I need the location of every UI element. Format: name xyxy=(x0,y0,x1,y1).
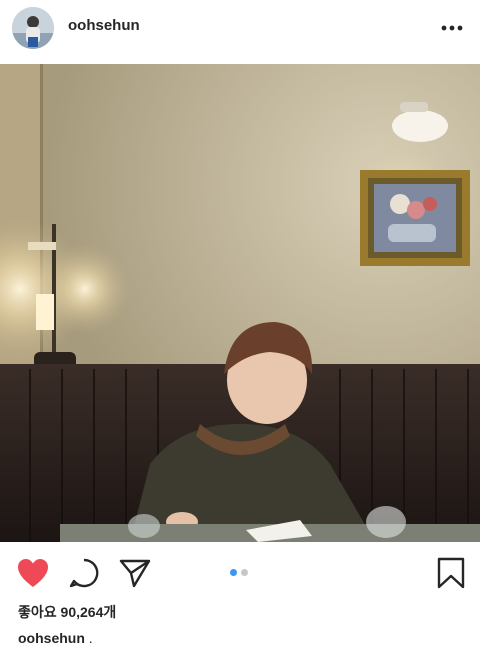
post-header: oohsehun xyxy=(0,0,480,58)
post-photo[interactable] xyxy=(0,64,480,542)
paper-plane-icon[interactable] xyxy=(118,557,152,589)
likes-count[interactable]: 좋아요 90,264개 xyxy=(18,602,116,622)
bookmark-icon[interactable] xyxy=(436,556,466,590)
caption-text: . xyxy=(88,630,93,646)
more-horizontal-icon[interactable] xyxy=(440,16,464,40)
post-caption: oohsehun . xyxy=(18,630,93,646)
avatar[interactable] xyxy=(12,7,54,49)
post-actions xyxy=(0,548,480,598)
caption-username[interactable]: oohsehun xyxy=(18,630,85,646)
heart-filled-icon[interactable] xyxy=(16,557,50,589)
carousel-indicator xyxy=(230,569,248,576)
carousel-dot-active xyxy=(230,569,237,576)
comment-bubble-icon[interactable] xyxy=(68,557,100,589)
post-username[interactable]: oohsehun xyxy=(68,17,140,34)
carousel-dot xyxy=(241,569,248,576)
